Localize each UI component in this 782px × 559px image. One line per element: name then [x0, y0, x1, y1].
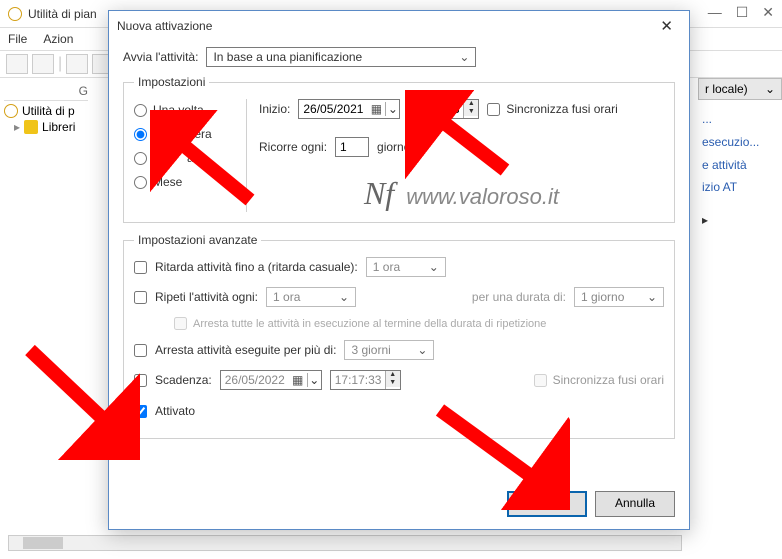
actions-header: r locale)⌄ [698, 78, 782, 100]
ok-button[interactable]: OK [507, 491, 587, 517]
dialog-title: Nuova attivazione [117, 19, 212, 33]
maximize-icon[interactable]: ☐ [736, 4, 749, 21]
clock-icon [4, 104, 18, 118]
advanced-legend: Impostazioni avanzate [134, 233, 261, 247]
action-link[interactable]: izio AT [702, 176, 778, 199]
enabled-checkbox[interactable] [134, 405, 147, 418]
horizontal-scrollbar[interactable] [8, 535, 682, 551]
duration-select[interactable]: 1 giorno [574, 287, 664, 307]
expire-label: Scadenza: [155, 373, 212, 387]
toolbar-button[interactable] [6, 54, 28, 74]
stop-after-select[interactable]: 3 giorni [344, 340, 434, 360]
toolbar-button[interactable] [32, 54, 54, 74]
expire-date-input[interactable]: ▦ ⌄ [220, 370, 322, 390]
stop-after-label: Arresta attività eseguite per più di: [155, 343, 336, 357]
cancel-button[interactable]: Annulla [595, 491, 675, 517]
stop-all-checkbox [174, 317, 187, 330]
recur-unit: giorno/i [377, 140, 416, 154]
chevron-down-icon[interactable]: ⌄ [385, 102, 399, 116]
new-trigger-dialog: Nuova attivazione ✕ Avvia l'attività: In… [108, 10, 690, 530]
radio-daily[interactable]: Giornaliera [134, 127, 234, 141]
menu-file[interactable]: File [8, 32, 27, 46]
enabled-label: Attivato [155, 404, 195, 418]
expire-sync-checkbox: Sincronizza fusi orari [534, 373, 664, 387]
radio-once[interactable]: Una volta [134, 103, 234, 117]
tree-child[interactable]: ▸ Libreri [4, 119, 88, 135]
start-date-input[interactable]: ▦ ⌄ [298, 99, 400, 119]
radio-weekly[interactable]: Sana [134, 151, 234, 165]
chevron-down-icon[interactable]: ⌄ [765, 82, 775, 96]
advanced-settings-group: Impostazioni avanzate Ritarda attività f… [123, 233, 675, 439]
tree-col-header: G [4, 84, 88, 101]
actions-panel: r locale)⌄ ... esecuzio... e attività iz… [698, 78, 782, 240]
repeat-checkbox[interactable] [134, 291, 147, 304]
close-icon[interactable]: ✕ [652, 15, 681, 37]
spin-up-icon[interactable]: ▲ [464, 100, 478, 108]
settings-group: Impostazioni Una volta Giornaliera Sana … [123, 75, 675, 223]
tree-root[interactable]: Utilità di p [4, 103, 88, 119]
dialog-titlebar: Nuova attivazione ✕ [109, 11, 689, 41]
action-link[interactable]: e attività [702, 154, 778, 177]
calendar-icon: ▦ [289, 373, 307, 387]
repeat-select[interactable]: 1 ora [266, 287, 356, 307]
start-task-select[interactable]: In base a una pianificazione [206, 47, 476, 67]
recur-input[interactable] [335, 137, 369, 157]
watermark: Nfwww.valoroso.it [259, 175, 664, 212]
clock-icon [8, 7, 22, 21]
start-task-label: Avvia l'attività: [123, 50, 198, 64]
minimize-icon[interactable]: — [708, 4, 722, 21]
recur-label: Ricorre ogni: [259, 140, 327, 154]
tree-panel: G Utilità di p ▸ Libreri [0, 80, 92, 139]
delay-select[interactable]: 1 ora [366, 257, 446, 277]
action-link[interactable]: ... [702, 108, 778, 131]
stop-all-label: Arresta tutte le attività in esecuzione … [193, 318, 546, 330]
repeat-label: Ripeti l'attività ogni: [155, 290, 258, 304]
action-link[interactable]: esecuzio... [702, 131, 778, 154]
calendar-icon[interactable]: ▦ [367, 102, 385, 116]
expire-time-input[interactable]: ▲▼ [330, 370, 401, 390]
sync-timezone-checkbox[interactable]: Sincronizza fusi orari [487, 102, 617, 116]
toolbar-button[interactable] [66, 54, 88, 74]
stop-after-checkbox[interactable] [134, 344, 147, 357]
delay-checkbox[interactable] [134, 261, 147, 274]
bg-window-title: Utilità di pian [28, 7, 97, 21]
start-label: Inizio: [259, 102, 290, 116]
duration-label: per una durata di: [472, 290, 566, 304]
delay-label: Ritarda attività fino a (ritarda casuale… [155, 260, 358, 274]
close-icon[interactable]: ✕ [762, 4, 774, 21]
expire-checkbox[interactable] [134, 374, 147, 387]
expand-arrow-icon[interactable]: ▸ [702, 209, 778, 232]
menu-action[interactable]: Azion [43, 32, 73, 46]
settings-legend: Impostazioni [134, 75, 209, 89]
folder-icon [24, 120, 38, 134]
radio-monthly[interactable]: Mese [134, 175, 234, 189]
spin-down-icon[interactable]: ▼ [464, 108, 478, 116]
chevron-down-icon: ⌄ [307, 373, 321, 387]
start-time-input[interactable]: ▲▼ [408, 99, 479, 119]
